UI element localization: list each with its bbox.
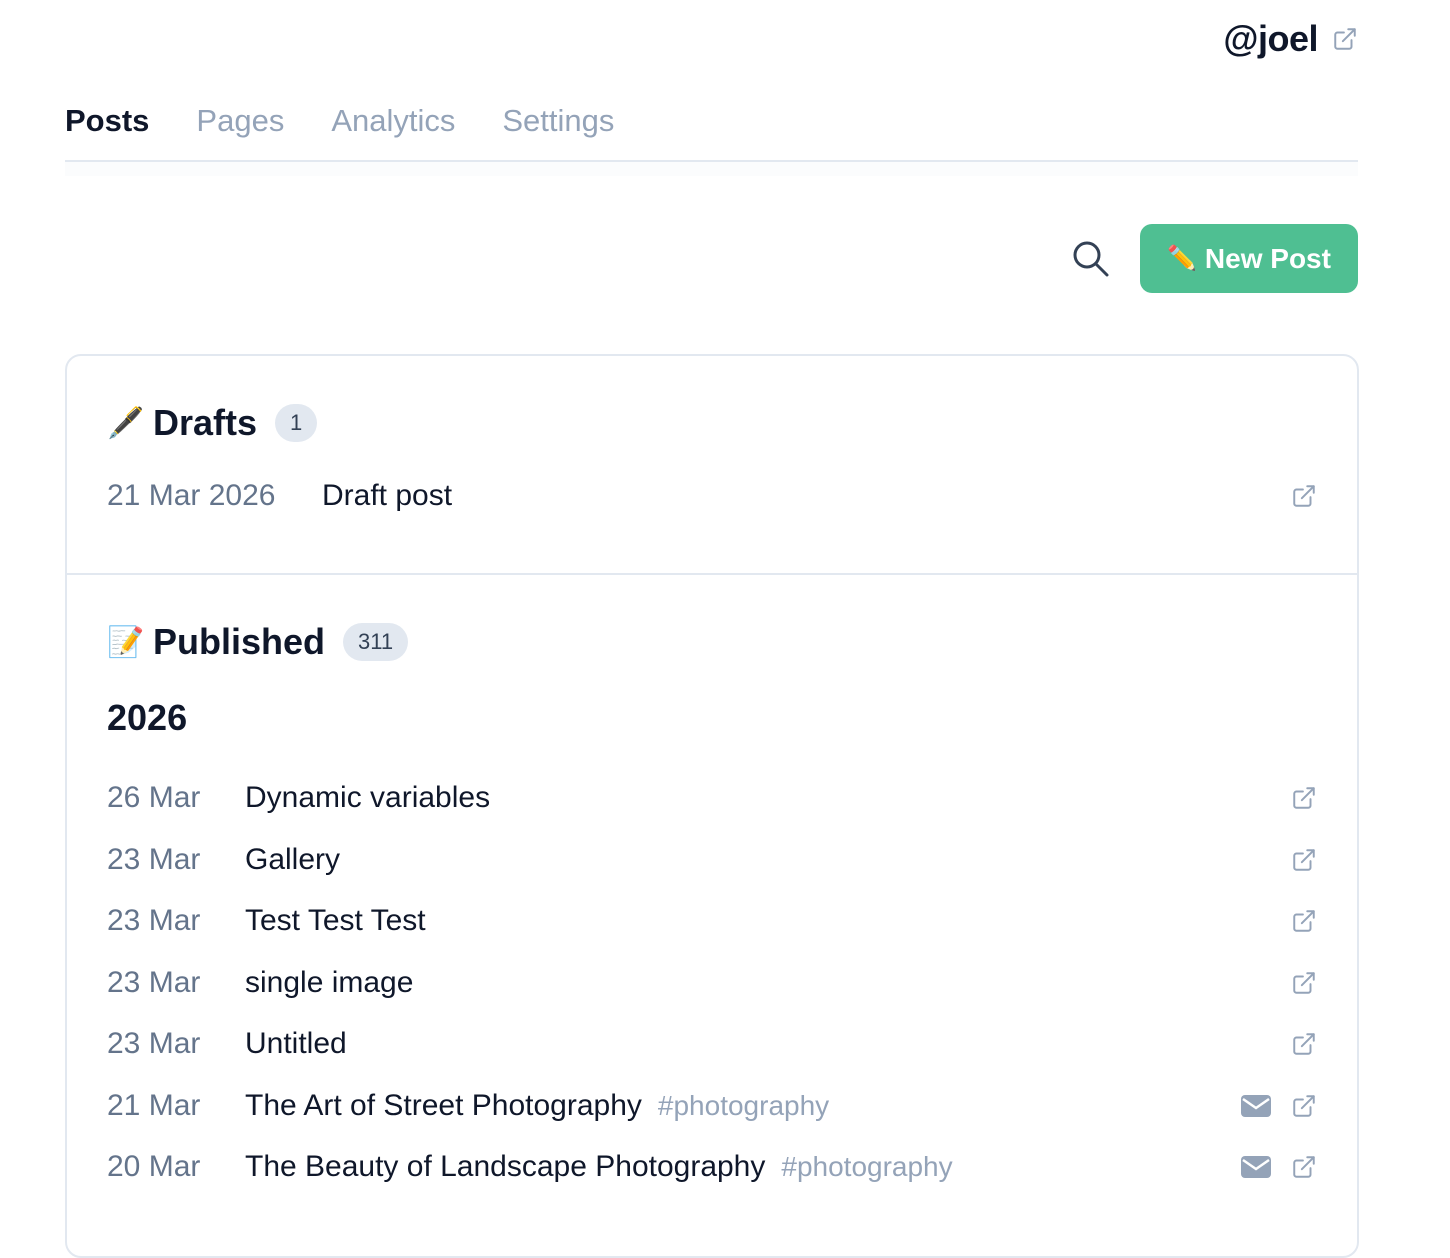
email-sent-icon <box>1241 1156 1271 1178</box>
user-handle-link[interactable]: @joel <box>1223 18 1358 60</box>
post-row[interactable]: 23 Mar Gallery <box>107 835 1317 885</box>
external-link-icon[interactable] <box>1291 970 1317 996</box>
external-link-icon[interactable] <box>1291 483 1317 509</box>
drafts-section: 🖋️ Drafts 1 21 Mar 2026 Draft post <box>67 356 1357 575</box>
drafts-header: 🖋️ Drafts 1 <box>107 402 318 444</box>
pencil-icon: ✏️ <box>1167 245 1197 272</box>
post-row[interactable]: 23 Mar single image <box>107 958 1317 1008</box>
post-title[interactable]: The Beauty of Landscape Photography <box>245 1150 765 1184</box>
published-count-badge: 311 <box>343 623 409 661</box>
post-date: 21 Mar 2026 <box>107 479 276 512</box>
external-link-icon[interactable] <box>1332 26 1358 52</box>
pen-icon: 🖋️ <box>107 406 145 440</box>
post-tag[interactable]: #photography <box>658 1090 829 1122</box>
post-date: 20 Mar <box>107 1150 201 1183</box>
search-button[interactable] <box>1070 238 1110 278</box>
external-link-icon[interactable] <box>1291 908 1317 934</box>
drafts-title: Drafts <box>153 402 258 443</box>
tab-settings[interactable]: Settings <box>502 96 614 160</box>
year-heading: 2026 <box>107 697 188 738</box>
external-link-icon[interactable] <box>1291 1093 1317 1119</box>
memo-icon: 📝 <box>107 625 145 659</box>
published-header: 📝 Published 311 <box>107 621 409 663</box>
post-title[interactable]: single image <box>245 966 413 1000</box>
tab-posts[interactable]: Posts <box>65 96 149 160</box>
main-tabs: Posts Pages Analytics Settings <box>65 96 1358 162</box>
post-title[interactable]: Untitled <box>245 1027 347 1061</box>
post-title[interactable]: Dynamic variables <box>245 781 490 815</box>
email-sent-icon <box>1241 1095 1271 1117</box>
post-date: 23 Mar <box>107 966 201 999</box>
post-date: 23 Mar <box>107 904 201 937</box>
post-row[interactable]: 23 Mar Untitled <box>107 1019 1317 1069</box>
post-date: 23 Mar <box>107 843 201 876</box>
tab-analytics[interactable]: Analytics <box>331 96 455 160</box>
draft-row[interactable]: 21 Mar 2026 Draft post <box>107 471 1317 521</box>
post-row[interactable]: 26 Mar Dynamic variables <box>107 773 1317 823</box>
user-handle: @joel <box>1223 18 1318 59</box>
post-title[interactable]: Gallery <box>245 843 340 877</box>
tab-pages[interactable]: Pages <box>196 96 284 160</box>
post-tag[interactable]: #photography <box>781 1151 952 1183</box>
tabs-divider-shadow <box>65 162 1358 176</box>
post-title[interactable]: Test Test Test <box>245 904 426 938</box>
posts-card: 🖋️ Drafts 1 21 Mar 2026 Draft post 📝 Pub… <box>65 354 1359 1258</box>
post-title[interactable]: Draft post <box>322 479 452 513</box>
post-title[interactable]: The Art of Street Photography <box>245 1089 642 1123</box>
post-date: 23 Mar <box>107 1027 201 1060</box>
external-link-icon[interactable] <box>1291 785 1317 811</box>
search-icon <box>1073 241 1109 277</box>
post-date: 26 Mar <box>107 781 201 814</box>
published-title: Published <box>153 621 326 662</box>
post-date: 21 Mar <box>107 1089 201 1122</box>
external-link-icon[interactable] <box>1291 847 1317 873</box>
post-row[interactable]: 21 Mar The Art of Street Photography #ph… <box>107 1081 1317 1131</box>
new-post-label: New Post <box>1204 242 1331 274</box>
post-row[interactable]: 23 Mar Test Test Test <box>107 896 1317 946</box>
external-link-icon[interactable] <box>1291 1031 1317 1057</box>
new-post-button[interactable]: ✏️ New Post <box>1140 224 1358 293</box>
drafts-count-badge: 1 <box>275 404 318 442</box>
external-link-icon[interactable] <box>1291 1154 1317 1180</box>
post-row[interactable]: 20 Mar The Beauty of Landscape Photograp… <box>107 1142 1317 1192</box>
